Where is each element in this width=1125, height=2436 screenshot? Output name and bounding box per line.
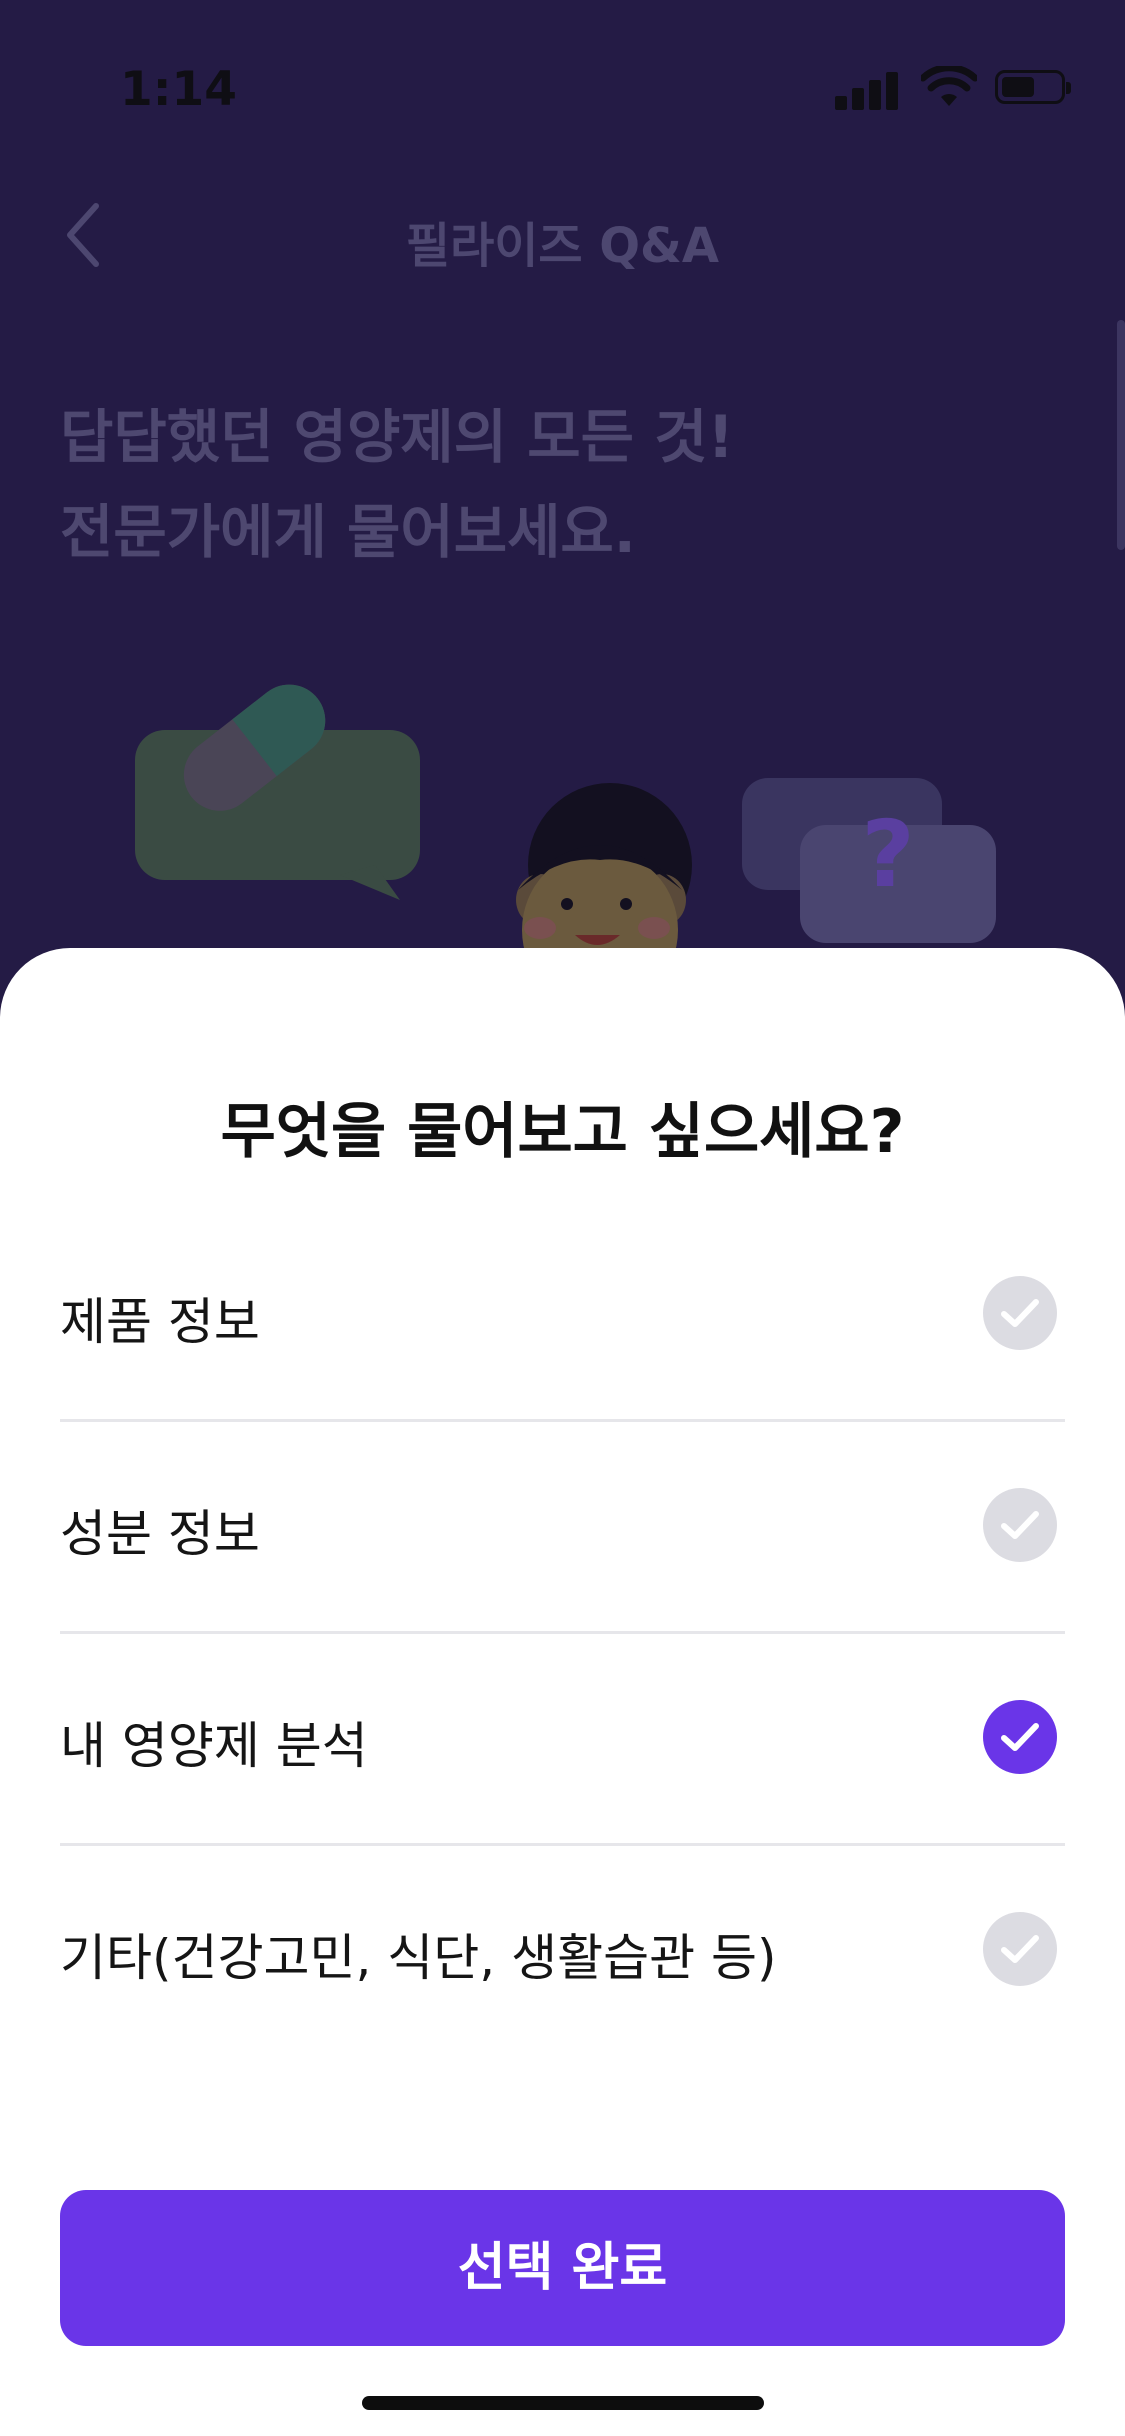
check-circle-icon[interactable] [983, 1276, 1057, 1350]
status-icons [835, 66, 1071, 110]
check-circle-icon[interactable] [983, 1488, 1057, 1562]
option-list: 제품 정보 성분 정보 내 영양제 분석 기타(건강고민, 식단, 생활습관 등… [60, 1210, 1065, 2058]
option-ingredient-info[interactable]: 성분 정보 [60, 1422, 1065, 1634]
signal-icon [835, 70, 901, 110]
option-label: 제품 정보 [60, 1293, 260, 1351]
check-circle-icon[interactable] [983, 1912, 1057, 1986]
home-indicator [362, 2396, 764, 2410]
nav-bar: 필라이즈 Q&A [0, 180, 1125, 290]
check-circle-selected-icon[interactable] [983, 1700, 1057, 1774]
battery-icon [995, 70, 1071, 104]
hero-text: 답답했던 영양제의 모든 것! 전문가에게 물어보세요. [60, 390, 734, 580]
option-label: 내 영양제 분석 [60, 1717, 368, 1775]
scrollbar [1117, 320, 1125, 550]
option-label: 성분 정보 [60, 1505, 260, 1563]
status-bar: 1:14 [0, 0, 1125, 150]
svg-text:?: ? [861, 801, 914, 908]
wifi-icon [921, 66, 977, 106]
option-product-info[interactable]: 제품 정보 [60, 1210, 1065, 1422]
confirm-selection-button[interactable]: 선택 완료 [60, 2190, 1065, 2346]
hero-illustration: ? [135, 684, 996, 960]
option-other[interactable]: 기타(건강고민, 식단, 생활습관 등) [60, 1846, 1065, 2058]
sheet-title: 무엇을 물어보고 싶으세요? [220, 1097, 905, 1167]
option-my-supplement-analysis[interactable]: 내 영양제 분석 [60, 1634, 1065, 1846]
hero-line-1: 답답했던 영양제의 모든 것! [60, 403, 734, 471]
option-label: 기타(건강고민, 식단, 생활습관 등) [60, 1929, 777, 1987]
page-title: 필라이즈 Q&A [405, 218, 720, 274]
status-time: 1:14 [120, 62, 237, 117]
hero-line-2: 전문가에게 물어보세요. [60, 498, 636, 566]
question-type-sheet: 무엇을 물어보고 싶으세요? 제품 정보 성분 정보 내 영양제 분석 기타(건… [0, 948, 1125, 2436]
